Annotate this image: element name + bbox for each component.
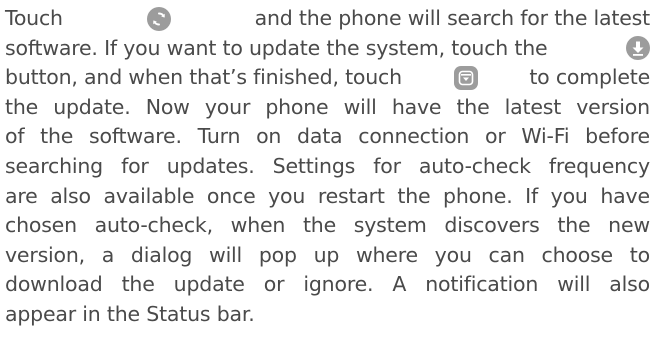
paragraph-line: searching for updates. Settings for auto-chec… [5,152,650,182]
paragraph-line: button, and when that’s finished, touch … [5,63,650,93]
text-segment: software. If you want to update the syst… [5,35,548,60]
download-icon [626,36,650,61]
text-segment: Touch [5,6,63,30]
paragraph-line: software. If you want to update the syst… [5,34,650,64]
text-line: of the software. Turn on data connection or Wi-F… [5,124,650,149]
paragraph-line: download the update or ignore. Anotification w… [5,270,650,300]
paragraph-line: version, a dialog will pop up where you can choos… [5,241,650,271]
paragraph-line: chosen auto-check, when the system discovers t… [5,211,650,241]
paragraph-line: appear in the Status bar. [5,300,650,330]
text-line: chosen auto-check, when the system discovers t… [5,213,650,238]
text-line: download the update or ignore. Anotification w… [5,272,650,297]
text-segment: button, and when that’s finished, touch [5,65,402,90]
text-line: appear in the Status bar. [5,301,255,326]
paragraph-line: are also available once you restart the phone. I… [5,182,650,212]
text-segment: and the phone will search for the latest [254,6,651,30]
install-update-icon [453,65,478,90]
text-line: the update. Now your phone will have the latest v… [5,94,650,119]
paragraph-line: the update. Now your phone will have the latest v… [5,93,650,123]
paragraph-line: of the software. Turn on data connection or Wi-F… [5,122,650,152]
text-line: searching for updates. Settings for auto-chec… [5,153,650,178]
text-line: version, a dialog will pop up where you can choos… [5,242,650,267]
document-paragraph: Touch and the phone will search for the … [5,4,650,330]
text-segment: to complete [529,65,650,90]
paragraph-line: Touch and the phone will search for the … [5,4,650,34]
refresh-icon [146,6,171,31]
text-line: are also available once you restart the phone. I… [5,183,650,208]
